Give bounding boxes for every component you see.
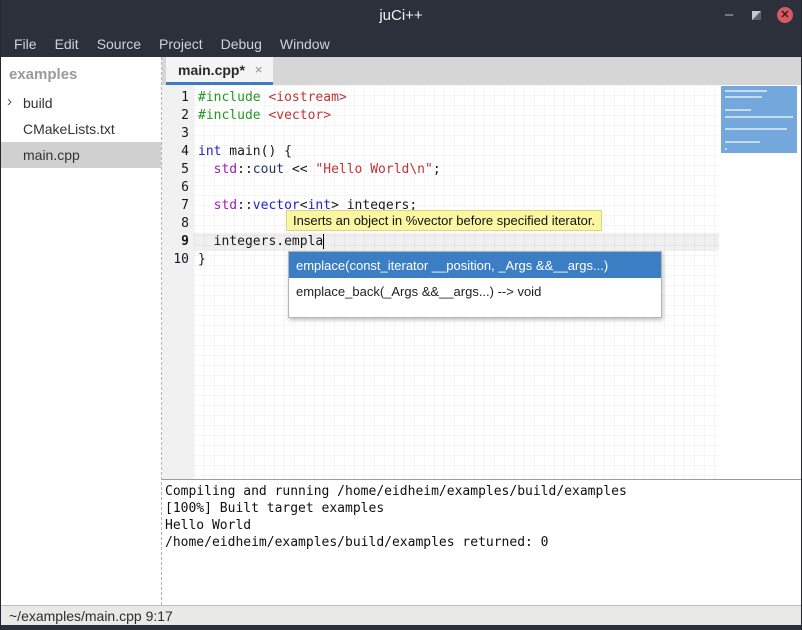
code-line-1[interactable]: 1#include <iostream> (162, 89, 719, 107)
line-number: 7 (162, 197, 194, 215)
code-text: int main() { (194, 143, 719, 161)
project-name-header: examples (1, 57, 161, 90)
code-text: integers.empla (194, 233, 719, 251)
file-name-label: build (23, 95, 53, 111)
code-text: #include <iostream> (194, 89, 719, 107)
file-tree-sidebar: examples › build CMakeLists.txt main.cpp (1, 57, 161, 605)
code-line-9[interactable]: 9 integers.empla (162, 233, 719, 251)
menu-file[interactable]: File (5, 30, 46, 57)
status-file-position: ~/examples/main.cpp 9:17 (9, 608, 173, 624)
build-output-pane[interactable]: Compiling and running /home/eidheim/exam… (162, 480, 801, 605)
tab-bar: main.cpp* × (162, 57, 801, 85)
output-line: /home/eidheim/examples/build/examples re… (165, 534, 801, 551)
tab-close-icon[interactable]: × (255, 63, 263, 76)
restore-icon[interactable] (752, 11, 761, 20)
line-number: 4 (162, 143, 194, 161)
menu-project[interactable]: Project (150, 30, 212, 57)
chevron-right-icon[interactable]: › (7, 93, 12, 110)
text-cursor (323, 234, 324, 249)
output-line: [100%] Built target examples (165, 500, 801, 517)
minimap-slider[interactable] (721, 86, 797, 153)
code-lines: 1#include <iostream>2#include <vector>34… (162, 89, 719, 269)
line-number: 9 (162, 233, 194, 251)
menu-window[interactable]: Window (271, 30, 339, 57)
minimap-line-mark (725, 128, 787, 130)
window-title: juCi++ (1, 7, 801, 24)
code-editor[interactable]: 1#include <iostream>2#include <vector>34… (162, 85, 801, 479)
completion-popup: emplace(const_iterator __position, _Args… (288, 251, 662, 318)
line-number: 3 (162, 125, 194, 143)
main-area: examples › build CMakeLists.txt main.cpp ma… (1, 57, 801, 605)
close-icon[interactable]: ✕ (777, 7, 793, 23)
line-number: 5 (162, 161, 194, 179)
code-line-2[interactable]: 2#include <vector> (162, 107, 719, 125)
title-bar: juCi++ – ✕ (1, 0, 801, 30)
code-line-6[interactable]: 6 (162, 179, 719, 197)
minimap-line-mark (725, 116, 793, 118)
line-number: 10 (162, 251, 194, 269)
code-line-5[interactable]: 5 std::cout << "Hello World\n"; (162, 161, 719, 179)
menu-bar: FileEditSourceProjectDebugWindow (1, 30, 801, 57)
menu-source[interactable]: Source (88, 30, 150, 57)
file-name-label: main.cpp (23, 147, 80, 163)
minimap-line-mark (725, 90, 767, 92)
window-controls: – ✕ (722, 0, 793, 30)
window-bottom-border (1, 625, 801, 630)
code-line-4[interactable]: 4int main() { (162, 143, 719, 161)
line-number: 6 (162, 179, 194, 197)
minimap-line-mark (725, 148, 727, 150)
code-text: std::cout << "Hello World\n"; (194, 161, 719, 179)
sidebar-item-build[interactable]: › build (1, 90, 161, 116)
file-name-label: CMakeLists.txt (23, 121, 115, 137)
line-number: 2 (162, 107, 194, 125)
code-text (194, 125, 719, 143)
doc-tooltip: Inserts an object in %vector before spec… (286, 210, 602, 231)
sidebar-item-cmakelists-txt[interactable]: CMakeLists.txt (1, 116, 161, 142)
output-line: Hello World (165, 517, 801, 534)
code-text: #include <vector> (194, 107, 719, 125)
minimap-line-mark (725, 109, 751, 111)
minimap-line-mark (725, 141, 760, 143)
menu-debug[interactable]: Debug (212, 30, 271, 57)
output-line: Compiling and running /home/eidheim/exam… (165, 483, 801, 500)
completion-item[interactable]: emplace_back(_Args &&__args...) --> void (289, 278, 661, 304)
line-number: 8 (162, 215, 194, 233)
minimap[interactable] (719, 85, 801, 479)
minimize-icon[interactable]: – (722, 10, 736, 20)
tab-main-cpp-[interactable]: main.cpp* × (166, 57, 273, 85)
editor-column: main.cpp* × 1#include <iostream>2#include… (161, 57, 801, 605)
tab-label: main.cpp* (178, 62, 245, 78)
status-bar: ~/examples/main.cpp 9:17 (1, 605, 801, 625)
menu-edit[interactable]: Edit (46, 30, 88, 57)
completion-item[interactable]: emplace(const_iterator __position, _Args… (289, 252, 661, 278)
minimap-line-mark (725, 96, 762, 98)
app-window: juCi++ – ✕ FileEditSourceProjectDebugWin… (0, 0, 802, 630)
file-tree: › build CMakeLists.txt main.cpp (1, 90, 161, 168)
sidebar-item-main-cpp[interactable]: main.cpp (1, 142, 161, 168)
code-line-3[interactable]: 3 (162, 125, 719, 143)
code-text (194, 179, 719, 197)
line-number: 1 (162, 89, 194, 107)
